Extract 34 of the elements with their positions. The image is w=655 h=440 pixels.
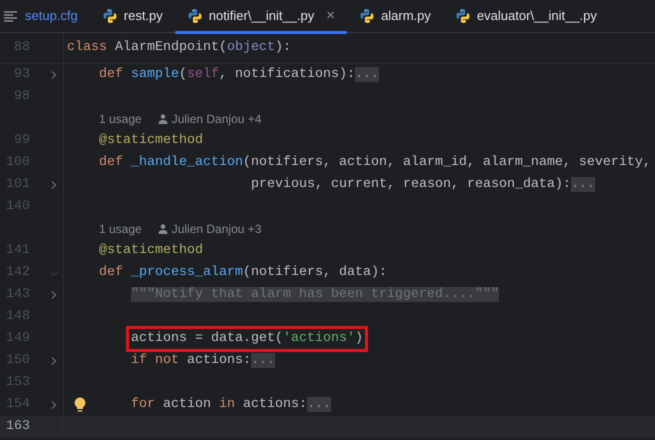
python-file-icon: [186, 8, 203, 24]
code-line: @staticmethod: [99, 242, 203, 260]
code-line: previous, current, reason, reason_data):...: [251, 176, 595, 194]
fold-chevron-icon[interactable]: [49, 356, 59, 366]
file-tab[interactable]: alarm.py: [347, 0, 443, 32]
lightbulb-icon[interactable]: [74, 397, 86, 413]
python-file-icon: [454, 8, 471, 24]
code-line: def sample(self, notifications):...: [99, 66, 379, 84]
code-line: @staticmethod: [99, 132, 203, 150]
usage-hint[interactable]: 1 usage: [64, 220, 142, 238]
usage-hint[interactable]: 1 usage: [64, 110, 142, 128]
python-file-icon: [102, 8, 118, 24]
menu-icon[interactable]: [4, 10, 17, 22]
fold-chevron-icon[interactable]: [49, 180, 59, 190]
highlighted-code: actions = data.get('actions'): [126, 326, 368, 352]
file-tab[interactable]: notifier\__init__.py ×: [174, 0, 348, 32]
close-icon[interactable]: ×: [326, 4, 336, 28]
fold-chevron-icon[interactable]: [49, 70, 59, 80]
file-tab[interactable]: evaluator\__init__.py: [442, 0, 609, 32]
file-tab[interactable]: rest.py: [90, 0, 175, 32]
fold-chevron-icon[interactable]: [49, 290, 59, 300]
fold-chevron-icon[interactable]: [49, 400, 59, 410]
code-line: for action in actions:...: [131, 396, 331, 414]
line-number: 163: [5, 418, 30, 436]
python-file-icon: [359, 8, 376, 24]
author-hint[interactable]: Julien Danjou +4: [172, 110, 262, 128]
file-tab[interactable]: setup.cfg: [17, 0, 90, 32]
person-icon: [158, 224, 168, 234]
code-line: class AlarmEndpoint(object):: [66, 39, 291, 57]
author-hint[interactable]: Julien Danjou +3: [172, 220, 262, 238]
code-line: if not actions:...: [131, 352, 275, 370]
code-line: def _process_alarm(notifiers, data):: [99, 264, 387, 282]
person-icon: [158, 114, 168, 124]
code-line: def _handle_action(notifiers, action, alarm_id, alarm_name, severity,: [99, 154, 651, 172]
